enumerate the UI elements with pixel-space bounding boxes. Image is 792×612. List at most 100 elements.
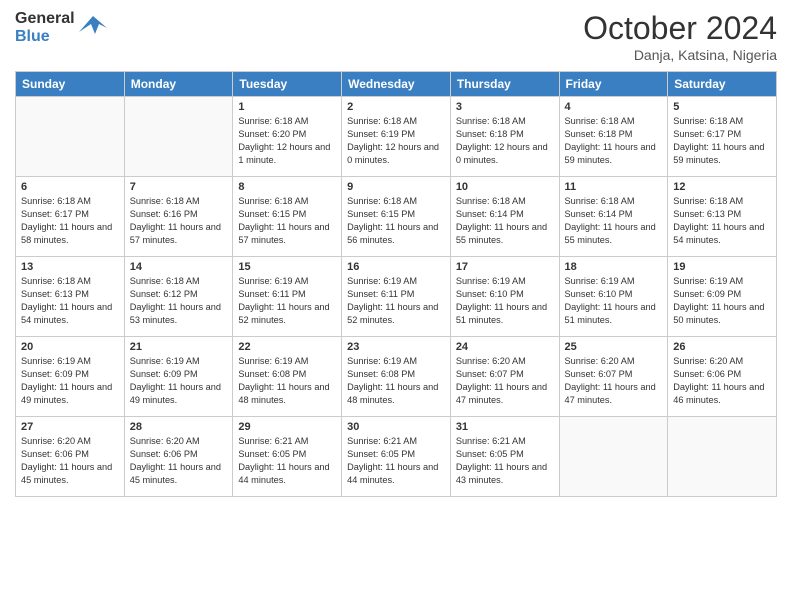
day-number: 17 — [456, 261, 554, 273]
day-number: 18 — [565, 261, 663, 273]
day-number: 30 — [347, 421, 445, 433]
calendar-cell: 16Sunrise: 6:19 AM Sunset: 6:11 PM Dayli… — [342, 257, 451, 337]
calendar-cell: 12 Sunrise: 6:18 AM Sunset: 6:13 PM Dayli… — [668, 177, 777, 257]
calendar-cell: 15Sunrise: 6:19 AM Sunset: 6:11 PM Dayli… — [233, 257, 342, 337]
calendar-cell: 9Sunrise: 6:18 AM Sunset: 6:15 PM Daylig… — [342, 177, 451, 257]
day-info: Sunrise: 6:20 AM Sunset: 6:06 PM Dayligh… — [130, 435, 228, 487]
day-info: Sunrise: 6:19 AM Sunset: 6:08 PM Dayligh… — [347, 355, 445, 407]
col-saturday: Saturday — [668, 72, 777, 97]
calendar-cell: 10 Sunrise: 6:18 AM Sunset: 6:14 PM Dayli… — [450, 177, 559, 257]
calendar-body: 1Sunrise: 6:18 AM Sunset: 6:20 PM Daylig… — [16, 97, 777, 497]
calendar-cell: 20 Sunrise: 6:19 AM Sunset: 6:09 PM Dayli… — [16, 337, 125, 417]
day-number: 5 — [673, 101, 771, 113]
day-number: 4 — [565, 101, 663, 113]
day-info: Sunrise: 6:19 AM Sunset: 6:10 PM Dayligh… — [565, 275, 663, 327]
day-info: Sunrise: 6:18 AM Sunset: 6:15 PM Dayligh… — [238, 195, 336, 247]
calendar-cell — [16, 97, 125, 177]
day-number: 23 — [347, 341, 445, 353]
day-number: 28 — [130, 421, 228, 433]
calendar-cell: 30Sunrise: 6:21 AM Sunset: 6:05 PM Dayli… — [342, 417, 451, 497]
title-block: October 2024 Danja, Katsina, Nigeria — [583, 10, 777, 63]
col-tuesday: Tuesday — [233, 72, 342, 97]
calendar-cell: 3 Sunrise: 6:18 AM Sunset: 6:18 PM Daylig… — [450, 97, 559, 177]
day-info: Sunrise: 6:18 AM Sunset: 6:13 PM Dayligh… — [673, 195, 771, 247]
month-title: October 2024 — [583, 10, 777, 47]
day-info: Sunrise: 6:21 AM Sunset: 6:05 PM Dayligh… — [238, 435, 336, 487]
day-number: 3 — [456, 101, 554, 113]
col-monday: Monday — [124, 72, 233, 97]
day-number: 8 — [238, 181, 336, 193]
logo: General Blue — [15, 10, 107, 45]
day-info: Sunrise: 6:18 AM Sunset: 6:17 PM Dayligh… — [21, 195, 119, 247]
calendar-cell: 27 Sunrise: 6:20 AM Sunset: 6:06 PM Dayli… — [16, 417, 125, 497]
day-number: 1 — [238, 101, 336, 113]
day-info: Sunrise: 6:18 AM Sunset: 6:12 PM Dayligh… — [130, 275, 228, 327]
location-subtitle: Danja, Katsina, Nigeria — [583, 47, 777, 63]
col-wednesday: Wednesday — [342, 72, 451, 97]
day-info: Sunrise: 6:19 AM Sunset: 6:09 PM Dayligh… — [673, 275, 771, 327]
calendar-week-5: 27 Sunrise: 6:20 AM Sunset: 6:06 PM Dayli… — [16, 417, 777, 497]
day-info: Sunrise: 6:18 AM Sunset: 6:17 PM Dayligh… — [673, 115, 771, 167]
day-info: Sunrise: 6:18 AM Sunset: 6:14 PM Dayligh… — [565, 195, 663, 247]
day-number: 19 — [673, 261, 771, 273]
calendar-cell: 6 Sunrise: 6:18 AM Sunset: 6:17 PM Daylig… — [16, 177, 125, 257]
logo-text-general: General — [15, 10, 75, 28]
day-info: Sunrise: 6:21 AM Sunset: 6:05 PM Dayligh… — [456, 435, 554, 487]
calendar-cell: 13Sunrise: 6:18 AM Sunset: 6:13 PM Dayli… — [16, 257, 125, 337]
calendar-week-4: 20 Sunrise: 6:19 AM Sunset: 6:09 PM Dayli… — [16, 337, 777, 417]
calendar-cell: 17 Sunrise: 6:19 AM Sunset: 6:10 PM Dayli… — [450, 257, 559, 337]
calendar-cell: 2 Sunrise: 6:18 AM Sunset: 6:19 PM Daylig… — [342, 97, 451, 177]
day-number: 29 — [238, 421, 336, 433]
calendar-cell: 1Sunrise: 6:18 AM Sunset: 6:20 PM Daylig… — [233, 97, 342, 177]
day-info: Sunrise: 6:19 AM Sunset: 6:10 PM Dayligh… — [456, 275, 554, 327]
day-number: 12 — [673, 181, 771, 193]
day-number: 6 — [21, 181, 119, 193]
day-number: 15 — [238, 261, 336, 273]
calendar-cell: 4 Sunrise: 6:18 AM Sunset: 6:18 PM Daylig… — [559, 97, 668, 177]
day-number: 21 — [130, 341, 228, 353]
calendar-cell: 18 Sunrise: 6:19 AM Sunset: 6:10 PM Dayli… — [559, 257, 668, 337]
calendar-cell: 26Sunrise: 6:20 AM Sunset: 6:06 PM Dayli… — [668, 337, 777, 417]
day-number: 7 — [130, 181, 228, 193]
day-info: Sunrise: 6:18 AM Sunset: 6:14 PM Dayligh… — [456, 195, 554, 247]
day-info: Sunrise: 6:18 AM Sunset: 6:16 PM Dayligh… — [130, 195, 228, 247]
day-number: 11 — [565, 181, 663, 193]
calendar-cell: 29 Sunrise: 6:21 AM Sunset: 6:05 PM Dayli… — [233, 417, 342, 497]
calendar-cell: 28 Sunrise: 6:20 AM Sunset: 6:06 PM Dayli… — [124, 417, 233, 497]
day-info: Sunrise: 6:20 AM Sunset: 6:07 PM Dayligh… — [565, 355, 663, 407]
day-info: Sunrise: 6:18 AM Sunset: 6:18 PM Dayligh… — [456, 115, 554, 167]
calendar-cell: 14Sunrise: 6:18 AM Sunset: 6:12 PM Dayli… — [124, 257, 233, 337]
day-number: 10 — [456, 181, 554, 193]
day-number: 9 — [347, 181, 445, 193]
col-thursday: Thursday — [450, 72, 559, 97]
calendar-cell — [559, 417, 668, 497]
day-number: 26 — [673, 341, 771, 353]
day-number: 2 — [347, 101, 445, 113]
calendar-week-2: 6 Sunrise: 6:18 AM Sunset: 6:17 PM Daylig… — [16, 177, 777, 257]
day-info: Sunrise: 6:19 AM Sunset: 6:09 PM Dayligh… — [21, 355, 119, 407]
calendar-cell: 7 Sunrise: 6:18 AM Sunset: 6:16 PM Daylig… — [124, 177, 233, 257]
day-number: 22 — [238, 341, 336, 353]
day-info: Sunrise: 6:18 AM Sunset: 6:19 PM Dayligh… — [347, 115, 445, 167]
calendar-cell: 22 Sunrise: 6:19 AM Sunset: 6:08 PM Dayli… — [233, 337, 342, 417]
day-number: 20 — [21, 341, 119, 353]
day-info: Sunrise: 6:20 AM Sunset: 6:06 PM Dayligh… — [21, 435, 119, 487]
day-info: Sunrise: 6:18 AM Sunset: 6:13 PM Dayligh… — [21, 275, 119, 327]
calendar-cell: 8 Sunrise: 6:18 AM Sunset: 6:15 PM Daylig… — [233, 177, 342, 257]
calendar-cell: 21 Sunrise: 6:19 AM Sunset: 6:09 PM Dayli… — [124, 337, 233, 417]
calendar-cell: 24Sunrise: 6:20 AM Sunset: 6:07 PM Dayli… — [450, 337, 559, 417]
day-info: Sunrise: 6:19 AM Sunset: 6:09 PM Dayligh… — [130, 355, 228, 407]
day-number: 27 — [21, 421, 119, 433]
calendar-cell — [668, 417, 777, 497]
calendar-header-row: Sunday Monday Tuesday Wednesday Thursday… — [16, 72, 777, 97]
day-number: 16 — [347, 261, 445, 273]
calendar-cell: 25Sunrise: 6:20 AM Sunset: 6:07 PM Dayli… — [559, 337, 668, 417]
day-info: Sunrise: 6:18 AM Sunset: 6:18 PM Dayligh… — [565, 115, 663, 167]
header: General Blue October 2024 Danja, Katsina… — [15, 10, 777, 63]
col-sunday: Sunday — [16, 72, 125, 97]
day-number: 31 — [456, 421, 554, 433]
calendar-cell: 5 Sunrise: 6:18 AM Sunset: 6:17 PM Daylig… — [668, 97, 777, 177]
day-info: Sunrise: 6:19 AM Sunset: 6:08 PM Dayligh… — [238, 355, 336, 407]
page: General Blue October 2024 Danja, Katsina… — [0, 0, 792, 612]
day-info: Sunrise: 6:20 AM Sunset: 6:07 PM Dayligh… — [456, 355, 554, 407]
